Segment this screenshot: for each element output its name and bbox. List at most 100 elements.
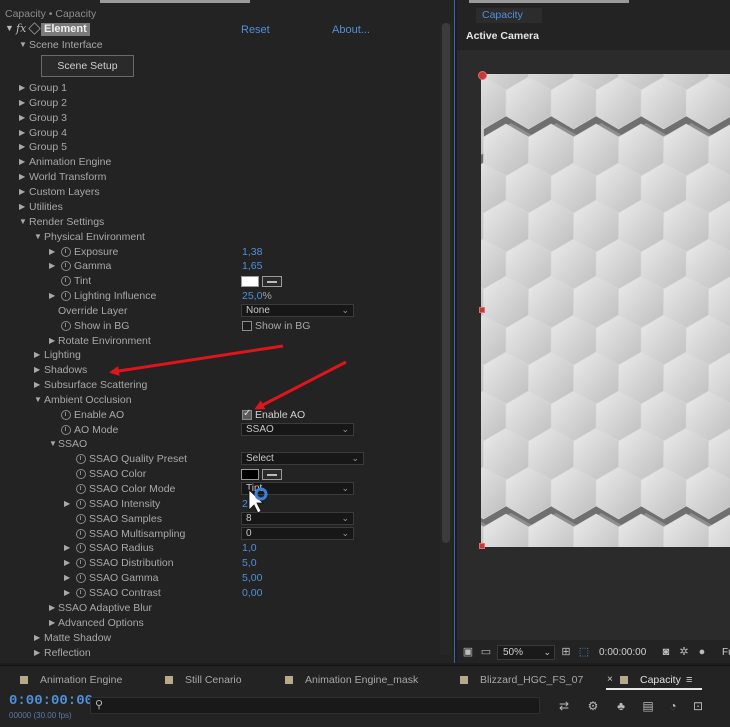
ssao-color-mode-dropdown[interactable]: Tint ⌄ xyxy=(241,482,354,495)
group-advanced-options[interactable]: ▶ Advanced Options xyxy=(0,616,430,630)
collapse-arrow-icon[interactable]: ▼ xyxy=(5,23,14,33)
expanded-arrow-icon[interactable]: ▼ xyxy=(49,437,57,451)
stopwatch-icon[interactable] xyxy=(76,514,86,524)
group-physical-environment[interactable]: ▼ Physical Environment xyxy=(0,230,430,244)
collapsed-arrow-icon[interactable]: ▶ xyxy=(64,571,70,585)
expanded-arrow-icon[interactable]: ▼ xyxy=(19,215,27,229)
stopwatch-icon[interactable] xyxy=(76,543,86,553)
collapsed-arrow-icon[interactable]: ▶ xyxy=(19,155,25,169)
eyedropper-icon[interactable] xyxy=(262,276,282,287)
stopwatch-icon[interactable] xyxy=(76,588,86,598)
group-2[interactable]: ▶ Group 2 xyxy=(0,96,430,110)
exposure-value[interactable]: 1,38 xyxy=(242,245,262,259)
group-scene-interface[interactable]: ▼ Scene Interface xyxy=(0,38,430,52)
effect-name[interactable]: Element xyxy=(41,23,90,36)
color-channel-icon[interactable]: ● xyxy=(695,646,709,658)
collapsed-arrow-icon[interactable]: ▶ xyxy=(19,170,25,184)
layer-handle[interactable] xyxy=(479,543,485,549)
scrollbar-thumb[interactable] xyxy=(442,23,450,543)
collapsed-arrow-icon[interactable]: ▶ xyxy=(34,363,40,377)
group-custom-layers[interactable]: ▶ Custom Layers xyxy=(0,185,430,199)
grid-icon[interactable]: ⊞ xyxy=(559,646,573,658)
collapsed-arrow-icon[interactable]: ▶ xyxy=(64,497,70,511)
anchor-handle[interactable] xyxy=(478,71,487,80)
close-tab-icon[interactable]: × xyxy=(607,672,613,688)
resolution-label[interactable]: Fu xyxy=(722,647,730,658)
collapsed-arrow-icon[interactable]: ▶ xyxy=(64,556,70,570)
group-shadows[interactable]: ▶ Shadows xyxy=(0,363,430,377)
stopwatch-icon[interactable] xyxy=(61,247,71,257)
group-reflection[interactable]: ▶ Reflection xyxy=(0,646,430,660)
tint-color-swatch[interactable] xyxy=(241,276,259,287)
lighting-influence-value[interactable]: 25,0% xyxy=(242,289,272,303)
collapsed-arrow-icon[interactable]: ▶ xyxy=(34,631,40,645)
region-of-interest-icon[interactable]: ⬚ xyxy=(577,646,591,658)
monitor-icon[interactable]: ▭ xyxy=(479,646,493,658)
composition-viewer[interactable] xyxy=(481,74,730,547)
ssao-contrast-value[interactable]: 0,00 xyxy=(242,586,262,600)
group-animation-engine[interactable]: ▶ Animation Engine xyxy=(0,155,430,169)
stopwatch-icon[interactable] xyxy=(61,425,71,435)
group-utilities[interactable]: ▶ Utilities xyxy=(0,200,430,214)
ssao-radius-value[interactable]: 1,0 xyxy=(242,541,257,555)
fx-toggle-icon[interactable]: fx xyxy=(16,22,26,35)
ao-mode-dropdown[interactable]: SSAO ⌄ xyxy=(241,423,354,436)
layer-search-input[interactable]: ⚲ xyxy=(90,697,540,714)
graph-editor-icon[interactable]: ⊡ xyxy=(690,699,706,713)
collapsed-arrow-icon[interactable]: ▶ xyxy=(49,245,55,259)
zoom-dropdown[interactable]: 50% ⌄ xyxy=(497,645,555,660)
stopwatch-icon[interactable] xyxy=(61,291,71,301)
group-4[interactable]: ▶ Group 4 xyxy=(0,126,430,140)
hide-shy-layers-icon[interactable]: ♣ xyxy=(613,699,629,713)
layer-handle[interactable] xyxy=(479,307,485,313)
stopwatch-icon[interactable] xyxy=(76,529,86,539)
group-rotate-environment[interactable]: ▶ Rotate Environment xyxy=(0,334,430,348)
stopwatch-icon[interactable] xyxy=(76,469,86,479)
expanded-arrow-icon[interactable]: ▼ xyxy=(34,230,42,244)
ssao-quality-preset-dropdown[interactable]: Select ⌄ xyxy=(241,452,364,465)
always-preview-icon[interactable]: ▣ xyxy=(461,646,475,658)
ssao-multisampling-dropdown[interactable]: 0 ⌄ xyxy=(241,527,354,540)
value-number[interactable]: 25,0 xyxy=(242,290,262,302)
group-render-settings[interactable]: ▼ Render Settings xyxy=(0,215,430,229)
gamma-value[interactable]: 1,65 xyxy=(242,259,262,273)
group-subsurface-scattering[interactable]: ▶ Subsurface Scattering xyxy=(0,378,430,392)
collapsed-arrow-icon[interactable]: ▶ xyxy=(64,586,70,600)
group-matte-shadow[interactable]: ▶ Matte Shadow xyxy=(0,631,430,645)
collapsed-arrow-icon[interactable]: ▶ xyxy=(34,646,40,660)
comp-timecode[interactable]: 0:00:00:00 xyxy=(599,647,646,658)
expanded-arrow-icon[interactable]: ▼ xyxy=(19,38,27,52)
effect-header[interactable]: ▼ fx Element Reset About... xyxy=(0,22,438,37)
ssao-gamma-value[interactable]: 5,00 xyxy=(242,571,262,585)
draft-3d-icon[interactable]: ⚙ xyxy=(585,699,601,713)
group-ssao[interactable]: ▼ SSAO xyxy=(0,437,430,451)
composition-mini-flowchart-icon[interactable]: ⇄ xyxy=(556,699,572,713)
stopwatch-icon[interactable] xyxy=(76,454,86,464)
group-5[interactable]: ▶ Group 5 xyxy=(0,140,430,154)
group-1[interactable]: ▶ Group 1 xyxy=(0,81,430,95)
show-snapshot-icon[interactable]: ✲ xyxy=(677,646,691,658)
collapsed-arrow-icon[interactable]: ▶ xyxy=(64,541,70,555)
ssao-samples-dropdown[interactable]: 8 ⌄ xyxy=(241,512,354,525)
collapsed-arrow-icon[interactable]: ▶ xyxy=(49,334,55,348)
stopwatch-icon[interactable] xyxy=(61,261,71,271)
stopwatch-icon[interactable] xyxy=(61,410,71,420)
panel-menu-icon[interactable]: ≡ xyxy=(686,672,692,688)
enable-ao-checkbox[interactable] xyxy=(242,408,252,420)
ssao-color-swatch[interactable] xyxy=(241,469,259,480)
camera-snapshot-icon[interactable]: ◙ xyxy=(659,646,673,658)
collapsed-arrow-icon[interactable]: ▶ xyxy=(19,96,25,110)
group-3[interactable]: ▶ Group 3 xyxy=(0,111,430,125)
collapsed-arrow-icon[interactable]: ▶ xyxy=(49,616,55,630)
stopwatch-icon[interactable] xyxy=(76,573,86,583)
current-time-display[interactable]: 0:00:00:00 xyxy=(9,693,93,709)
collapsed-arrow-icon[interactable]: ▶ xyxy=(19,81,25,95)
stopwatch-icon[interactable] xyxy=(76,499,86,509)
stopwatch-icon[interactable] xyxy=(76,484,86,494)
collapsed-arrow-icon[interactable]: ▶ xyxy=(49,289,55,303)
collapsed-arrow-icon[interactable]: ▶ xyxy=(19,140,25,154)
motion-blur-icon[interactable]: ◔ xyxy=(665,699,681,713)
expanded-arrow-icon[interactable]: ▼ xyxy=(34,393,42,407)
eyedropper-icon[interactable] xyxy=(262,469,282,480)
group-ambient-occlusion[interactable]: ▼ Ambient Occlusion xyxy=(0,393,430,407)
